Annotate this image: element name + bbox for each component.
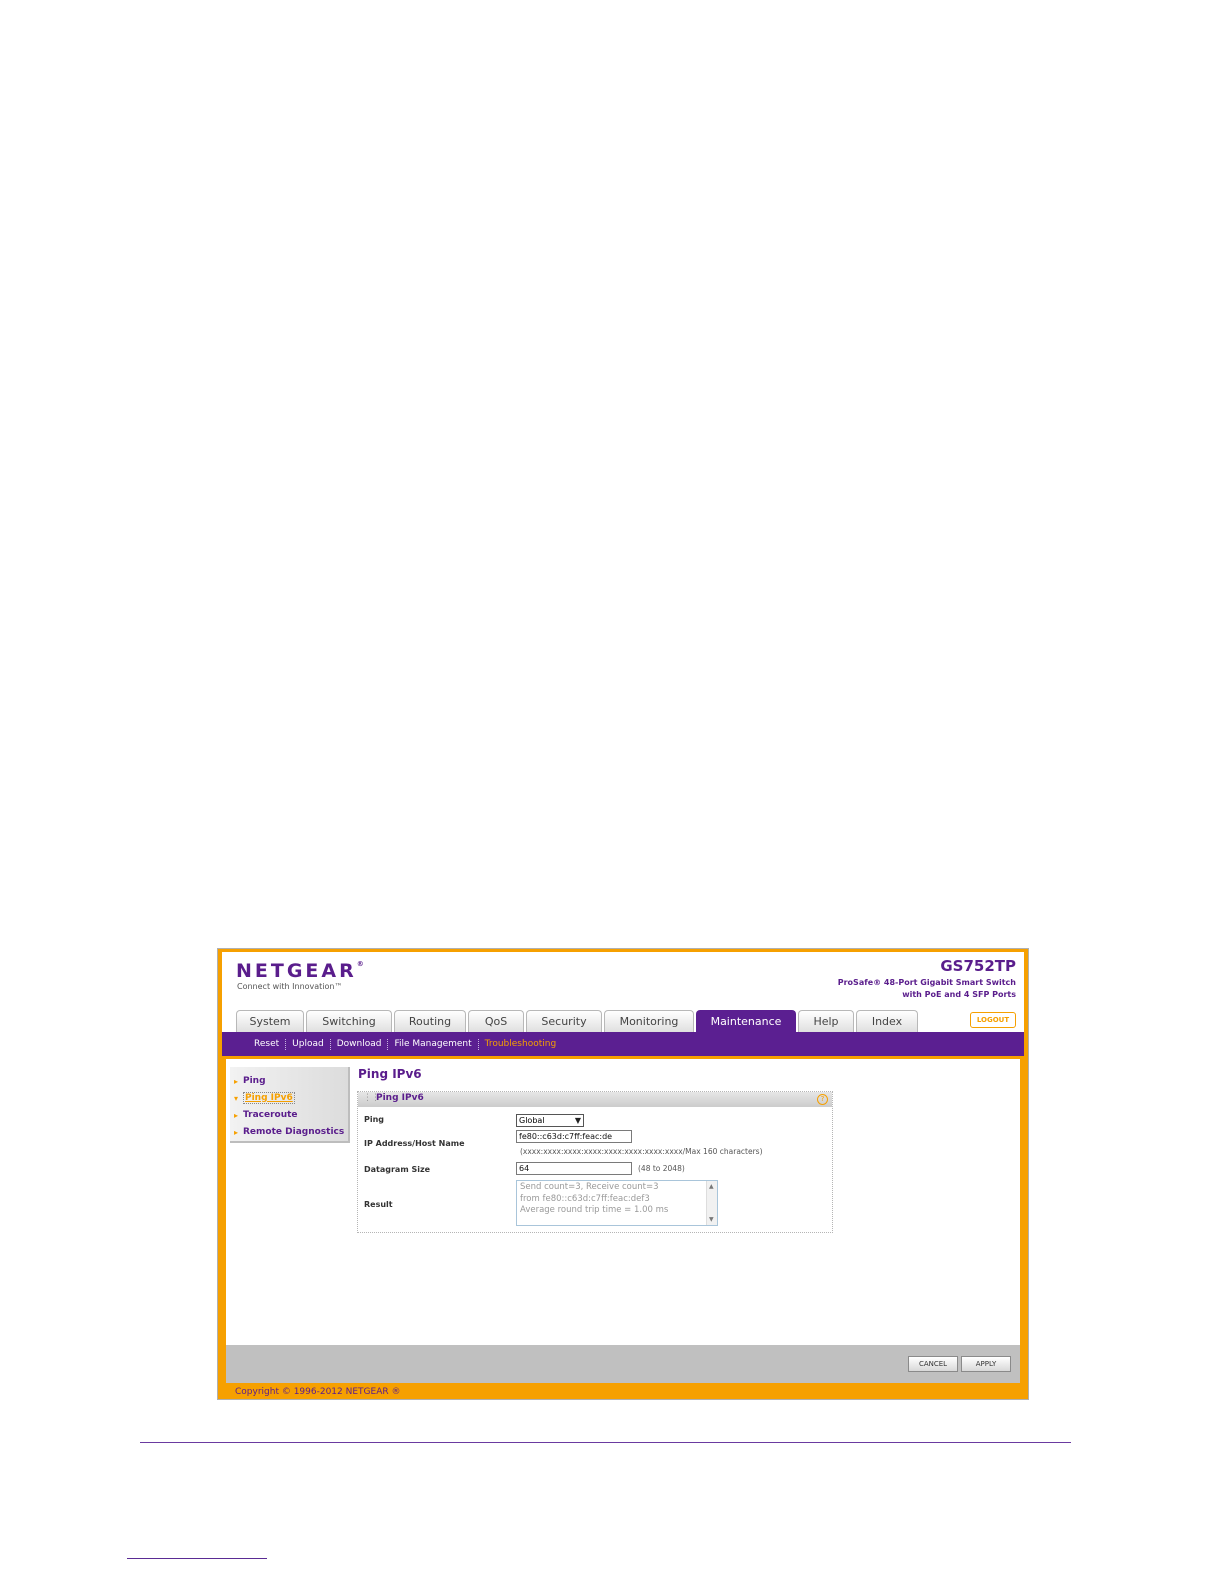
left-navigation: ▸ Ping ▾ Ping IPv6 ▸ Traceroute ▸ Remote… — [230, 1067, 350, 1143]
action-bar: CANCEL APPLY — [226, 1345, 1020, 1383]
datagram-size-input[interactable]: 64 — [516, 1162, 632, 1175]
subnav-download[interactable]: Download — [331, 1039, 388, 1049]
copyright-text: Copyright © 1996-2012 NETGEAR ® — [235, 1387, 401, 1397]
cancel-button[interactable]: CANCEL — [908, 1356, 958, 1372]
scroll-up-icon[interactable]: ▲ — [709, 1181, 714, 1193]
subnav-file-management[interactable]: File Management — [388, 1039, 477, 1049]
ping-mode-select[interactable]: Global ▼ — [516, 1114, 584, 1127]
tab-system[interactable]: System — [236, 1010, 304, 1033]
sub-navigation: Reset Upload Download File Management Tr… — [222, 1032, 1024, 1056]
tab-maintenance[interactable]: Maintenance — [696, 1010, 796, 1034]
apply-button[interactable]: APPLY — [961, 1356, 1011, 1372]
panel-title: Ping IPv6 — [376, 1093, 424, 1103]
model-description: ProSafe® 48-Port Gigabit Smart Switch wi… — [837, 978, 1016, 999]
page-divider — [140, 1442, 1071, 1443]
leftnav-remote-diagnostics[interactable]: ▸ Remote Diagnostics — [230, 1124, 348, 1141]
result-scrollbar[interactable]: ▲ ▼ — [706, 1181, 717, 1225]
ip-address-input[interactable]: fe80::c63d:c7ff:feac:de — [516, 1130, 632, 1143]
chevron-right-icon: ▸ — [234, 1111, 239, 1120]
leftnav-ping-ipv6[interactable]: ▾ Ping IPv6 — [230, 1090, 348, 1107]
dropdown-arrow-icon: ▼ — [574, 1116, 581, 1125]
header: NETGEAR® Connect with Innovation™ GS752T… — [222, 952, 1024, 1034]
result-textarea[interactable]: Send count=3, Receive count=3 from fe80:… — [516, 1180, 718, 1226]
ping-label: Ping — [364, 1115, 385, 1124]
panel-header: ⋮⋮ Ping IPv6 ? — [358, 1092, 832, 1107]
tab-switching[interactable]: Switching — [306, 1010, 392, 1033]
datagram-size-hint: (48 to 2048) — [638, 1164, 685, 1173]
scroll-down-icon[interactable]: ▼ — [709, 1214, 714, 1226]
tab-help[interactable]: Help — [798, 1010, 854, 1033]
chevron-right-icon: ▸ — [234, 1077, 239, 1086]
tab-routing[interactable]: Routing — [394, 1010, 466, 1033]
subnav-reset[interactable]: Reset — [248, 1039, 285, 1049]
result-label: Result — [364, 1200, 393, 1209]
chevron-right-icon: ▸ — [234, 1128, 239, 1137]
subnav-upload[interactable]: Upload — [286, 1039, 330, 1049]
chevron-down-icon: ▾ — [234, 1094, 239, 1103]
netgear-logo: NETGEAR® — [236, 960, 364, 982]
datagram-size-label: Datagram Size — [364, 1165, 431, 1174]
leftnav-ping[interactable]: ▸ Ping — [230, 1073, 348, 1090]
subnav-troubleshooting[interactable]: Troubleshooting — [479, 1039, 563, 1049]
tab-index[interactable]: Index — [856, 1010, 918, 1033]
switch-ui-screenshot: NETGEAR® Connect with Innovation™ GS752T… — [217, 948, 1029, 1400]
tab-security[interactable]: Security — [526, 1010, 602, 1033]
ip-address-hint: (xxxx:xxxx:xxxx:xxxx:xxxx:xxxx:xxxx:xxxx… — [520, 1147, 763, 1156]
leftnav-traceroute[interactable]: ▸ Traceroute — [230, 1107, 348, 1124]
help-icon[interactable]: ? — [817, 1094, 828, 1105]
logo-tagline: Connect with Innovation™ — [237, 982, 343, 991]
content-area: ▸ Ping ▾ Ping IPv6 ▸ Traceroute ▸ Remote… — [226, 1059, 1020, 1345]
footer-link-underline — [127, 1558, 267, 1559]
page-title: Ping IPv6 — [358, 1067, 422, 1081]
ip-address-label: IP Address/Host Name — [364, 1139, 465, 1148]
model-name: GS752TP — [940, 957, 1016, 975]
ping-ipv6-panel: ⋮⋮ Ping IPv6 ? Ping Global ▼ IP Address/… — [357, 1091, 833, 1233]
tab-monitoring[interactable]: Monitoring — [604, 1010, 694, 1033]
main-tabs: System Switching Routing QoS Security Mo… — [236, 1010, 920, 1034]
logout-button[interactable]: LOGOUT — [970, 1012, 1016, 1028]
tab-qos[interactable]: QoS — [468, 1010, 524, 1033]
